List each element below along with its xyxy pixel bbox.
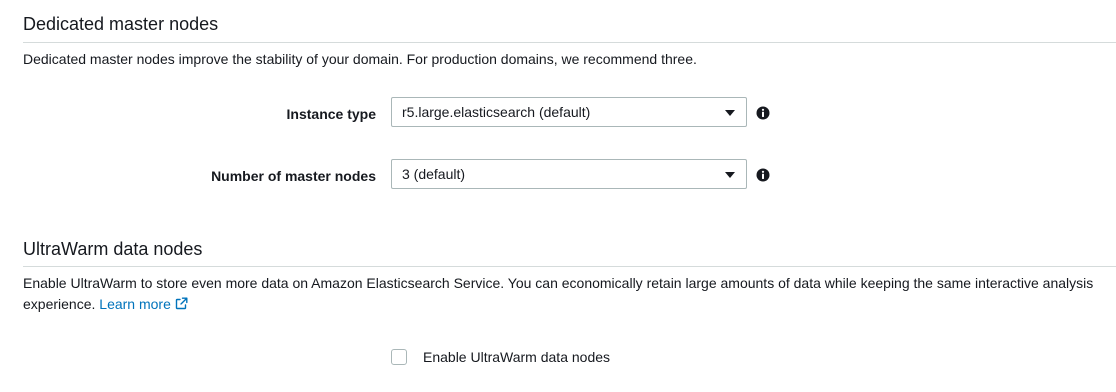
master-count-label: Number of master nodes bbox=[211, 168, 376, 184]
es-domain-config-page: Dedicated master nodes Dedicated master … bbox=[0, 0, 1116, 392]
master-count-value: 3 (default) bbox=[402, 166, 466, 182]
info-icon[interactable] bbox=[756, 106, 770, 120]
instance-type-label: Instance type bbox=[286, 106, 376, 122]
enable-ultrawarm-checkbox[interactable] bbox=[391, 349, 407, 365]
dedicated-master-section-title: Dedicated master nodes bbox=[23, 14, 219, 34]
instance-type-select[interactable]: r5.large.elasticsearch (default) bbox=[391, 97, 747, 127]
chevron-down-icon bbox=[725, 172, 735, 178]
dedicated-master-description: Dedicated master nodes improve the stabi… bbox=[23, 51, 697, 67]
learn-more-link[interactable]: Learn more bbox=[99, 296, 188, 312]
instance-type-value: r5.large.elasticsearch (default) bbox=[402, 104, 591, 120]
external-link-icon bbox=[175, 297, 188, 310]
section-divider bbox=[23, 266, 1116, 267]
section-divider bbox=[23, 42, 1116, 43]
ultrawarm-description: Enable UltraWarm to store even more data… bbox=[23, 273, 1108, 315]
ultrawarm-section-title: UltraWarm data nodes bbox=[23, 239, 203, 259]
learn-more-label: Learn more bbox=[99, 296, 171, 312]
info-icon[interactable] bbox=[756, 168, 770, 182]
chevron-down-icon bbox=[725, 110, 735, 116]
master-count-select[interactable]: 3 (default) bbox=[391, 159, 747, 189]
enable-ultrawarm-label[interactable]: Enable UltraWarm data nodes bbox=[423, 348, 610, 366]
